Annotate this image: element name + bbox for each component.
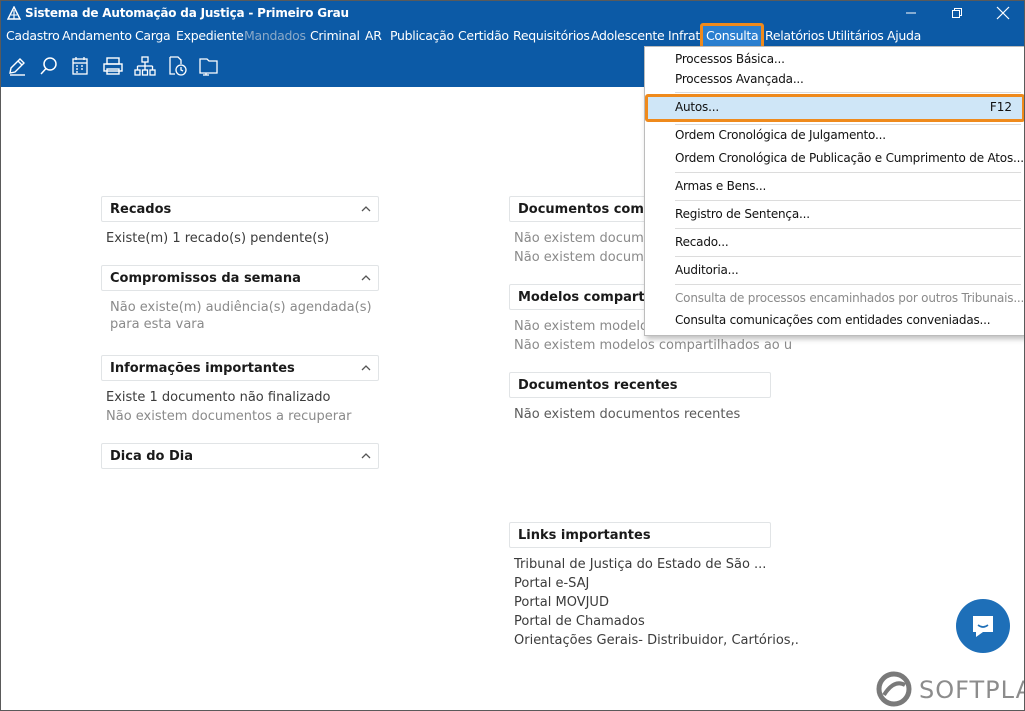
restore-button[interactable] (934, 1, 980, 25)
print-button[interactable] (101, 54, 125, 78)
panel-header-documentos-recentes[interactable]: Documentos recentes (509, 372, 771, 398)
chevron-up-icon[interactable] (360, 362, 372, 374)
docs-compartilhados-line: Não existem documen (514, 231, 661, 246)
menu-separator (675, 256, 1021, 257)
menu-item-auditoria[interactable]: Auditoria... (675, 263, 739, 277)
calendar-button[interactable] (68, 54, 92, 78)
link-item[interactable]: Portal de Chamados (514, 614, 645, 629)
close-button[interactable] (980, 1, 1024, 25)
document-clock-icon (169, 56, 187, 76)
chevron-up-icon[interactable] (360, 203, 372, 215)
folder-button[interactable] (197, 54, 221, 78)
menu-separator (675, 124, 1021, 125)
modelos-line: Não existem modelos compartilhados ao u (514, 338, 793, 353)
menu-utilitarios[interactable]: Utilitários (827, 27, 884, 45)
menu-andamento[interactable]: Andamento (62, 27, 132, 45)
softplan-logo-icon (876, 671, 912, 707)
hierarchy-button[interactable] (133, 54, 157, 78)
compromissos-line: Não existe(m) audiência(s) agendada(s) (110, 300, 372, 315)
panel-title: Documentos recentes (518, 378, 678, 393)
informacoes-line[interactable]: Existe 1 documento não finalizado (106, 390, 331, 405)
minimize-button[interactable] (888, 1, 934, 25)
link-item[interactable]: Portal e-SAJ (514, 576, 589, 591)
printer-icon (103, 57, 123, 75)
menu-relatorios[interactable]: Relatórios (765, 27, 825, 45)
folder-icon (199, 58, 218, 76)
recentes-line: Não existem documentos recentes (514, 407, 741, 422)
informacoes-line: Não existem documentos a recuperar (106, 409, 352, 424)
panel-title: Documentos compa (518, 202, 662, 217)
chat-button[interactable] (956, 599, 1010, 653)
brand-logo: SOFTPLAN (875, 671, 1024, 707)
hierarchy-icon (134, 56, 156, 76)
panel-header-links-importantes[interactable]: Links importantes (509, 522, 771, 548)
menu-carga[interactable]: Carga (135, 27, 171, 45)
menu-item-autos-shortcut: F12 (989, 100, 1012, 114)
menu-mandados: Mandados (244, 28, 306, 43)
chevron-up-icon[interactable] (360, 450, 372, 462)
restore-icon (952, 8, 962, 18)
menu-requisitorios[interactable]: Requisitórios (513, 27, 590, 45)
chat-icon (973, 616, 993, 637)
panel-title: Dica do Dia (110, 449, 194, 464)
docs-compartilhados-line: Não existem documen (514, 250, 661, 265)
menu-ajuda[interactable]: Ajuda (887, 27, 921, 45)
panel-title: Recados (110, 202, 172, 217)
search-button[interactable] (37, 54, 61, 78)
menu-adolescente-infrator[interactable]: Adolescente Infrator (591, 27, 712, 45)
modelos-line: Não existem modelos (514, 319, 655, 334)
title-bar: Sistema de Automação da Justiça - Primei… (1, 1, 1024, 25)
menu-separator (675, 284, 1021, 285)
menu-cadastro[interactable]: Cadastro (6, 27, 60, 45)
minimize-icon (906, 12, 916, 14)
menu-item-ordem-julgamento[interactable]: Ordem Cronológica de Julgamento... (675, 128, 886, 142)
panel-header-recados[interactable]: Recados (101, 196, 379, 222)
link-item[interactable]: Orientações Gerais- Distribuidor, Cartór… (514, 633, 799, 648)
panel-title: Links importantes (518, 528, 651, 543)
menu-item-armas-bens[interactable]: Armas e Bens... (675, 179, 766, 193)
menu-item-processos-avancada[interactable]: Processos Avançada... (675, 72, 804, 86)
calendar-icon (72, 57, 88, 75)
edit-icon (9, 58, 25, 76)
menu-item-comunicacoes-conveniadas[interactable]: Consulta comunicações com entidades conv… (675, 313, 991, 327)
menu-separator (675, 200, 1021, 201)
panel-header-informacoes[interactable]: Informações importantes (101, 355, 379, 381)
menu-criminal[interactable]: Criminal (310, 27, 360, 45)
link-item[interactable]: Portal MOVJUD (514, 595, 609, 610)
menu-publicacao[interactable]: Publicação (390, 27, 454, 45)
menu-item-registro-sentenca[interactable]: Registro de Sentença... (675, 207, 810, 221)
close-icon (996, 6, 1010, 20)
menu-expediente[interactable]: Expediente (176, 27, 244, 45)
chevron-up-icon[interactable] (360, 272, 372, 284)
menu-separator (675, 228, 1021, 229)
brand-name: SOFTPLAN (919, 676, 1024, 704)
link-item[interactable]: Tribunal de Justiça do Estado de São ... (514, 557, 766, 572)
menu-item-recado[interactable]: Recado... (675, 235, 729, 249)
menu-item-ordem-publicacao[interactable]: Ordem Cronológica de Publicação e Cumpri… (675, 151, 1024, 165)
menu-item-autos[interactable]: Autos... (675, 100, 719, 114)
panel-header-dica[interactable]: Dica do Dia (101, 443, 379, 469)
window-title: Sistema de Automação da Justiça - Primei… (25, 6, 349, 20)
menu-separator (675, 172, 1021, 173)
recados-line[interactable]: Existe(m) 1 recado(s) pendente(s) (106, 231, 329, 246)
menu-item-processos-basica[interactable]: Processos Básica... (675, 52, 785, 66)
menu-bar: Cadastro Andamento Carga Expediente Mand… (1, 23, 1024, 49)
consulta-dropdown-menu: Processos Básica... Processos Avançada..… (644, 46, 1025, 336)
panel-header-compromissos[interactable]: Compromissos da semana (101, 265, 379, 291)
app-window: Sistema de Automação da Justiça - Primei… (0, 0, 1025, 711)
compromissos-line: para esta vara (110, 317, 205, 332)
search-icon (40, 57, 57, 75)
document-clock-button[interactable] (165, 54, 189, 78)
panel-title: Compromissos da semana (110, 271, 301, 286)
menu-item-processos-encaminhados: Consulta de processos encaminhados por o… (675, 291, 1025, 305)
edit-button[interactable] (5, 54, 29, 78)
menu-separator (675, 92, 1021, 93)
app-logo-icon (7, 6, 21, 20)
menu-ar[interactable]: AR (365, 27, 382, 45)
menu-certidao[interactable]: Certidão (458, 27, 509, 45)
panel-title: Informações importantes (110, 361, 295, 376)
